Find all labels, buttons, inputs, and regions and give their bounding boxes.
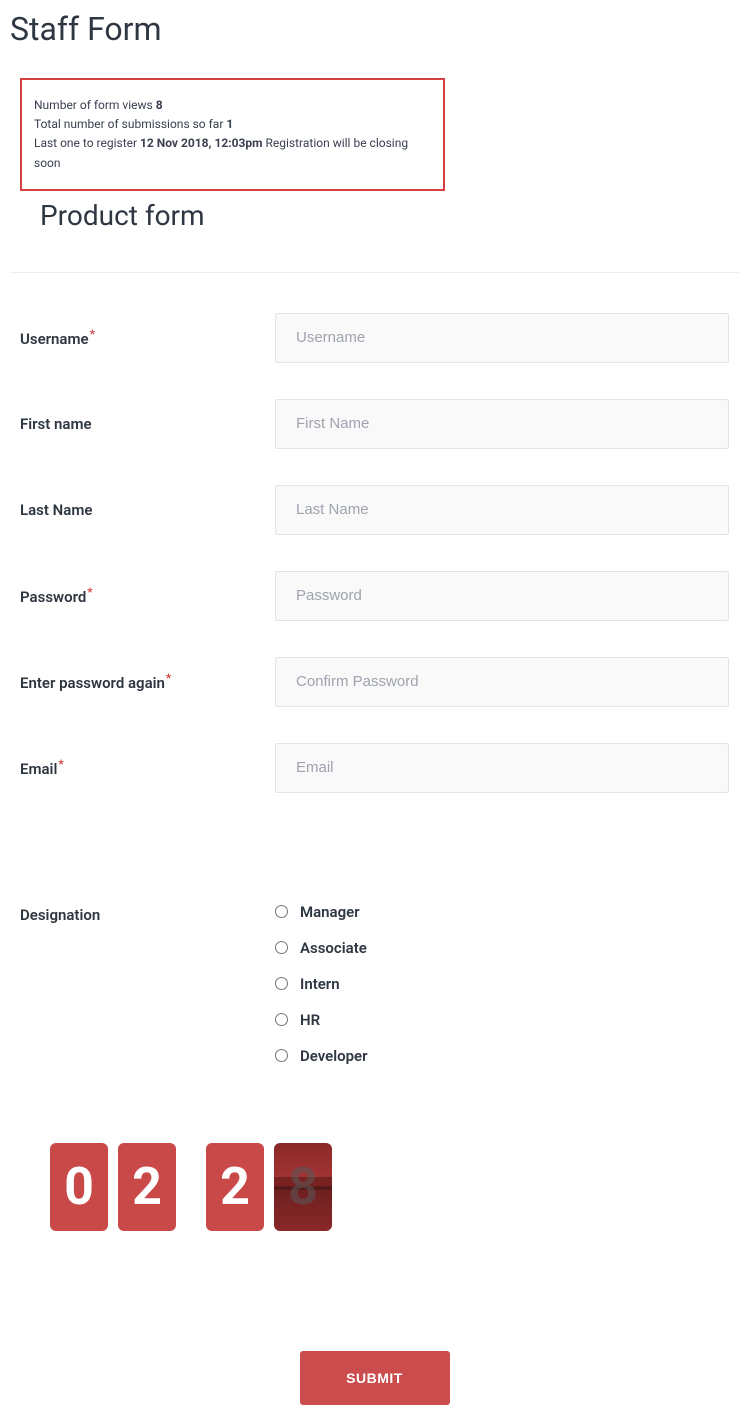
radio-hr-label: HR — [300, 1011, 320, 1029]
input-firstname[interactable] — [275, 399, 729, 449]
countdown-timer: 0 2 2 8 — [0, 1093, 749, 1231]
label-designation: Designation — [20, 903, 275, 924]
submit-button[interactable]: SUBMIT — [300, 1351, 450, 1405]
digit-1-num: 0 — [64, 1156, 94, 1217]
counter-gap — [186, 1143, 196, 1231]
stats-submissions: Total number of submissions so far 1 — [34, 115, 431, 134]
form-title: Product form — [0, 191, 749, 272]
label-firstname: First name — [20, 415, 275, 433]
stats-last-prefix: Last one to register — [34, 136, 140, 150]
input-password[interactable] — [275, 571, 729, 621]
stats-last-date: 12 Nov 2018, 12:03pm — [140, 136, 263, 150]
stats-views: Number of form views 8 — [34, 96, 431, 115]
label-lastname: Last Name — [20, 501, 275, 519]
counter-digit-1: 0 — [50, 1143, 108, 1231]
row-lastname: Last Name — [0, 475, 749, 545]
radio-manager-label: Manager — [300, 903, 360, 921]
stats-submissions-prefix: Total number of submissions so far — [34, 117, 226, 131]
label-email: Email* — [20, 757, 275, 778]
counter-group-1: 0 2 — [50, 1143, 176, 1231]
radio-intern-label: Intern — [300, 975, 340, 993]
counter-digit-3: 2 — [206, 1143, 264, 1231]
radio-option-hr[interactable]: HR — [275, 1011, 729, 1029]
radio-option-associate[interactable]: Associate — [275, 939, 729, 957]
counter-group-2: 2 8 — [206, 1143, 332, 1231]
input-email[interactable] — [275, 743, 729, 793]
input-lastname[interactable] — [275, 485, 729, 535]
label-password2-text: Enter password again — [20, 674, 165, 692]
input-password2[interactable] — [275, 657, 729, 707]
label-password: Password* — [20, 585, 275, 606]
required-asterisk: * — [166, 671, 171, 685]
required-asterisk: * — [87, 585, 92, 599]
radio-intern[interactable] — [275, 977, 288, 990]
label-password-text: Password — [20, 588, 86, 606]
digit-3-num: 2 — [220, 1156, 250, 1217]
stats-last-register: Last one to register 12 Nov 2018, 12:03p… — [34, 134, 431, 172]
radio-associate-label: Associate — [300, 939, 367, 957]
row-email: Email* — [0, 733, 749, 803]
radio-hr[interactable] — [275, 1013, 288, 1026]
stats-views-value: 8 — [156, 98, 163, 112]
counter-digit-2: 2 — [118, 1143, 176, 1231]
designation-options: Manager Associate Intern HR Developer — [275, 903, 729, 1083]
stats-views-prefix: Number of form views — [34, 98, 156, 112]
stats-submissions-value: 1 — [226, 117, 233, 131]
radio-associate[interactable] — [275, 941, 288, 954]
label-password2: Enter password again* — [20, 671, 275, 692]
radio-option-manager[interactable]: Manager — [275, 903, 729, 921]
radio-option-developer[interactable]: Developer — [275, 1047, 729, 1065]
divider — [10, 272, 739, 273]
row-username: Username* — [0, 303, 749, 373]
label-username-text: Username — [20, 330, 89, 348]
radio-developer[interactable] — [275, 1049, 288, 1062]
digit-4-num: 8 — [288, 1156, 318, 1217]
label-email-text: Email — [20, 760, 57, 778]
counter-digit-4: 8 — [274, 1143, 332, 1231]
row-firstname: First name — [0, 389, 749, 459]
input-username[interactable] — [275, 313, 729, 363]
row-password2: Enter password again* — [0, 647, 749, 717]
radio-option-intern[interactable]: Intern — [275, 975, 729, 993]
required-asterisk: * — [58, 757, 63, 771]
row-password: Password* — [0, 561, 749, 631]
radio-manager[interactable] — [275, 905, 288, 918]
row-designation: Designation Manager Associate Intern HR … — [0, 893, 749, 1093]
stats-box: Number of form views 8 Total number of s… — [20, 78, 445, 191]
digit-2-num: 2 — [132, 1156, 162, 1217]
submit-wrap: SUBMIT — [0, 1231, 749, 1425]
required-asterisk: * — [90, 327, 95, 341]
label-username: Username* — [20, 327, 275, 348]
radio-developer-label: Developer — [300, 1047, 368, 1065]
page-title: Staff Form — [0, 0, 749, 78]
